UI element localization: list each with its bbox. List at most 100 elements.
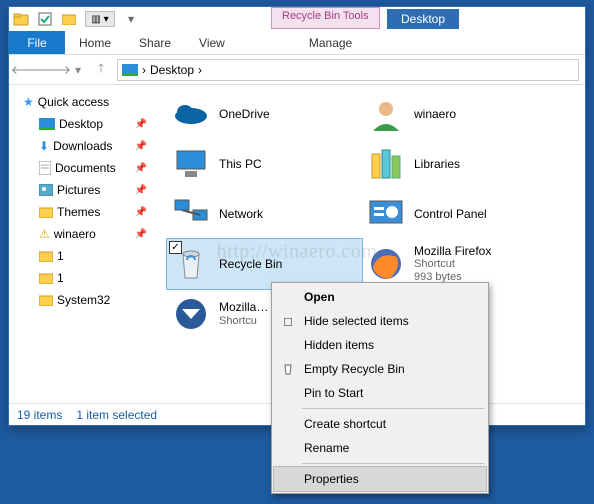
star-icon: ★	[23, 95, 34, 109]
nav-label: Desktop	[59, 117, 131, 131]
tab-view[interactable]: View	[185, 31, 239, 54]
nav-desktop[interactable]: Desktop📌	[13, 113, 155, 135]
nav-label: Themes	[57, 205, 131, 219]
menu-rename[interactable]: Rename	[274, 436, 486, 460]
nav-label: Quick access	[38, 95, 155, 109]
pin-icon: 📌	[135, 207, 147, 218]
item-label: Network	[219, 207, 263, 221]
control-panel-icon	[366, 194, 406, 234]
menu-properties[interactable]: Properties	[274, 467, 486, 491]
checkbox-icon[interactable]	[37, 11, 53, 27]
item-label: Mozilla…	[219, 300, 268, 314]
item-sub: Shortcut	[414, 258, 491, 271]
item-label: winaero	[414, 107, 456, 121]
menu-label: Pin to Start	[304, 386, 363, 400]
user-icon	[366, 94, 406, 134]
nav-winaero[interactable]: ⚠ winaero 📌	[13, 223, 155, 245]
item-label: Libraries	[414, 157, 460, 171]
menu-empty-recyclebin[interactable]: Empty Recycle Bin	[274, 357, 486, 381]
menu-hide-selected[interactable]: ◻ Hide selected items	[274, 309, 486, 333]
tab-share[interactable]: Share	[125, 31, 185, 54]
item-controlpanel[interactable]: Control Panel	[362, 189, 557, 239]
folder-icon	[39, 250, 53, 262]
selection-checkbox[interactable]: ✓	[169, 241, 182, 254]
tab-home[interactable]: Home	[65, 31, 125, 54]
pin-icon: 📌	[135, 185, 147, 196]
item-label: OneDrive	[219, 107, 270, 121]
folder-icon	[39, 294, 53, 306]
menu-hidden-items[interactable]: Hidden items	[274, 333, 486, 357]
nav-downloads[interactable]: ⬇ Downloads 📌	[13, 135, 155, 157]
nav-system32[interactable]: System32	[13, 289, 155, 311]
menu-separator	[302, 463, 484, 464]
context-menu: Open ◻ Hide selected items Hidden items E…	[271, 282, 489, 494]
nav-documents[interactable]: Documents📌	[13, 157, 155, 179]
item-label: Recycle Bin	[219, 257, 282, 271]
menu-label: Hidden items	[304, 338, 374, 352]
menu-label: Create shortcut	[304, 417, 386, 431]
item-label: Mozilla Firefox	[414, 244, 491, 258]
download-icon: ⬇	[39, 139, 49, 153]
folder-small-icon[interactable]	[61, 11, 77, 27]
titlebar: ▥ ▾ ▾ Recycle Bin Tools Desktop	[9, 7, 585, 31]
item-thispc[interactable]: This PC	[167, 139, 362, 189]
recent-dropdown[interactable]: ▾	[71, 58, 85, 82]
nav-themes[interactable]: Themes 📌	[13, 201, 155, 223]
firefox-icon	[366, 244, 406, 284]
folder-icon	[13, 11, 29, 27]
item-label: This PC	[219, 157, 262, 171]
breadcrumb-sep[interactable]: ›	[198, 63, 202, 77]
menu-label: Empty Recycle Bin	[304, 362, 405, 376]
menu-pin-start[interactable]: Pin to Start	[274, 381, 486, 405]
ribbon-tabs: File Home Share View Manage	[9, 31, 585, 55]
address-box[interactable]: › Desktop ›	[117, 59, 579, 81]
pictures-icon	[39, 184, 53, 196]
menu-open[interactable]: Open	[274, 285, 486, 309]
desktop-icon	[122, 64, 138, 76]
address-bar: 🡐 🡒 ▾ 🡑 › Desktop ›	[9, 55, 585, 85]
hide-icon: ◻	[280, 313, 296, 329]
item-libraries[interactable]: Libraries	[362, 139, 557, 189]
forward-button: 🡒	[43, 58, 67, 82]
nav-folder-1b[interactable]: 1	[13, 267, 155, 289]
item-onedrive[interactable]: OneDrive	[167, 89, 362, 139]
item-label: Control Panel	[414, 207, 487, 221]
pin-icon: 📌	[135, 141, 147, 152]
nav-pictures[interactable]: Pictures 📌	[13, 179, 155, 201]
pc-icon	[171, 144, 211, 184]
nav-label: Documents	[55, 161, 131, 175]
back-button[interactable]: 🡐	[15, 58, 39, 82]
file-tab[interactable]: File	[9, 31, 65, 54]
nav-quick-access[interactable]: ★ Quick access	[13, 91, 155, 113]
menu-create-shortcut[interactable]: Create shortcut	[274, 412, 486, 436]
quick-access-toolbar: ▥ ▾ ▾	[13, 11, 145, 27]
thunderbird-icon	[171, 294, 211, 334]
network-icon	[171, 194, 211, 234]
item-winaero[interactable]: winaero	[362, 89, 557, 139]
tab-manage[interactable]: Manage	[295, 31, 366, 54]
up-button[interactable]: 🡑	[89, 58, 113, 82]
breadcrumb-sep[interactable]: ›	[142, 63, 146, 77]
item-count: 19 items	[17, 408, 62, 422]
nav-label: Pictures	[57, 183, 131, 197]
nav-label: System32	[57, 293, 147, 307]
menu-label: Properties	[304, 472, 359, 486]
pin-icon: 📌	[135, 229, 147, 240]
menu-label: Hide selected items	[304, 314, 409, 328]
warning-icon: ⚠	[39, 227, 50, 241]
item-network[interactable]: Network	[167, 189, 362, 239]
nav-label: winaero	[54, 227, 131, 241]
breadcrumb-location[interactable]: Desktop	[150, 63, 194, 77]
recycle-icon	[280, 361, 296, 377]
qat-overflow-icon[interactable]: ▾	[123, 11, 139, 27]
menu-label: Rename	[304, 441, 349, 455]
dropdown-icon[interactable]: ▥ ▾	[85, 11, 115, 27]
nav-label: Downloads	[53, 139, 130, 153]
selection-count: 1 item selected	[76, 408, 157, 422]
nav-label: 1	[57, 249, 147, 263]
libraries-icon	[366, 144, 406, 184]
item-sub: Shortcu	[219, 315, 268, 328]
contextual-tab-recyclebin[interactable]: Recycle Bin Tools	[271, 7, 380, 29]
nav-folder-1a[interactable]: 1	[13, 245, 155, 267]
folder-icon	[39, 272, 53, 284]
